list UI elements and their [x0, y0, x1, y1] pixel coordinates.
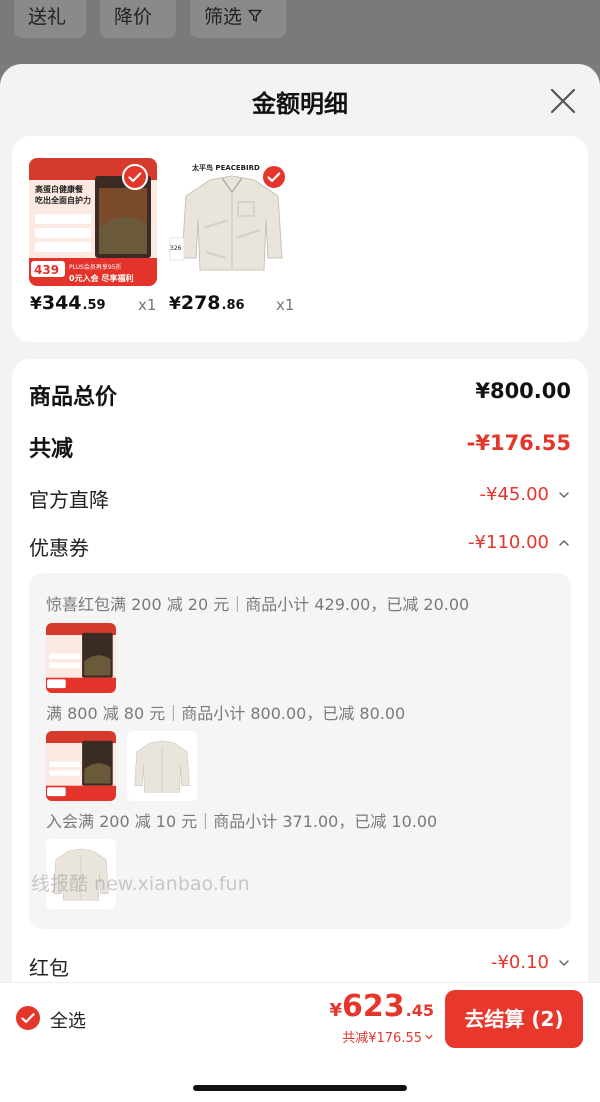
pet-food-promo: PLUS会员再享95折: [69, 263, 122, 271]
chevron-down-icon: [559, 492, 569, 499]
pet-food-banner: 高蛋白健康餐: [35, 184, 84, 194]
pet-food-banner-2: 吃出全面自护力: [35, 195, 91, 205]
check-icon: [267, 172, 281, 182]
chevron-up-icon: [559, 539, 569, 546]
product-1-qty: x1: [138, 296, 157, 314]
total-price-value: ¥800.00: [475, 379, 571, 403]
payable-int: 623: [342, 989, 405, 1024]
coupon-1-product-thumb-pet-food: [46, 623, 116, 693]
payable-dec: .45: [405, 1001, 434, 1020]
total-discount-value: -¥176.55: [466, 431, 571, 455]
total-discount-label: 共减: [29, 437, 74, 462]
coupon-line-2: 满 800 减 80 元｜商品小计 800.00，已减 80.00: [46, 704, 406, 723]
jacket-brand: 太平鸟 PEACEBIRD: [192, 163, 260, 172]
filter-chip-price-drop-label: 降价: [114, 6, 153, 28]
coupon-2-product-thumb-pet-food: [46, 731, 116, 801]
filter-bar: 送礼 降价 筛选: [0, 0, 600, 64]
amount-detail-sheet: 金额明细 439 高蛋白健康餐 吃出全面自护力 PLUS会员再享95折 0元入会: [0, 64, 600, 1102]
product-2-price-currency: ¥: [169, 294, 181, 314]
official-discount-row[interactable]: 官方直降 -¥45.00: [29, 484, 571, 518]
official-discount-amount: -¥45.00: [479, 484, 549, 505]
red-packet-label: 红包: [29, 956, 69, 980]
check-icon: [21, 1013, 35, 1023]
total-discount-row: 共减 -¥176.55: [29, 431, 571, 465]
check-icon: [128, 172, 142, 182]
select-all-label[interactable]: 全选: [50, 1007, 86, 1033]
product-2-price-dec: .86: [221, 298, 245, 313]
red-packet-amount: -¥0.10: [490, 952, 549, 973]
sheet-title: 金额明细: [252, 90, 348, 118]
payable-discount-toggle[interactable]: 共减¥176.55: [342, 1027, 434, 1046]
product-1-checkbox[interactable]: [122, 164, 148, 190]
coupon-value: -¥110.00: [468, 532, 571, 553]
total-price-row: 商品总价 ¥800.00: [29, 379, 571, 413]
coupon-detail-box: 惊喜红包满 200 减 20 元｜商品小计 429.00，已减 20.00 满 …: [29, 573, 571, 929]
checkout-bar: 全选 ¥623.45 共减¥176.55 去结算 (2): [0, 982, 600, 1102]
total-price-label: 商品总价: [29, 385, 118, 410]
pet-food-badge-price: 439: [34, 263, 59, 277]
filter-chip-filter-label: 筛选: [204, 6, 243, 28]
coupon-amount: -¥110.00: [468, 532, 549, 553]
filter-chip-gift[interactable]: 送礼: [14, 0, 86, 38]
product-2-qty: x1: [276, 296, 295, 314]
chevron-down-icon: [559, 960, 569, 967]
funnel-icon: [248, 1, 262, 35]
red-packet-value: -¥0.10: [491, 952, 571, 973]
filter-chip-filter[interactable]: 筛选: [190, 0, 286, 38]
product-1-price-int: 344: [41, 292, 82, 314]
product-2-price: ¥278.86: [169, 292, 245, 314]
product-2-price-int: 278: [180, 292, 221, 314]
product-2-checkbox[interactable]: [261, 164, 287, 190]
filter-chip-price-drop[interactable]: 降价: [100, 0, 176, 38]
coupon-label: 优惠券: [29, 536, 89, 560]
product-1-price-dec: .59: [82, 298, 106, 313]
checkout-button[interactable]: 去结算 (2): [445, 990, 583, 1048]
chevron-down-icon: [424, 1031, 434, 1046]
product-1-price-currency: ¥: [30, 294, 42, 314]
coupon-row[interactable]: 优惠券 -¥110.00: [29, 532, 571, 566]
close-icon: [550, 88, 576, 114]
red-packet-row[interactable]: 红包 -¥0.10: [29, 952, 571, 986]
official-discount-value: -¥45.00: [480, 484, 571, 505]
pet-food-promo-2: 0元入会 尽享福利: [69, 273, 133, 283]
select-all-checkbox[interactable]: [16, 1006, 40, 1030]
payable-discount-text: 共减¥176.55: [342, 1031, 422, 1046]
home-indicator: [193, 1085, 407, 1091]
jacket-tag: 326: [170, 245, 182, 252]
payable-currency: ¥: [329, 1000, 343, 1021]
official-discount-label: 官方直降: [29, 488, 109, 512]
payable-total: ¥623.45: [330, 989, 435, 1024]
close-button[interactable]: [548, 86, 578, 116]
coupon-line-1: 惊喜红包满 200 减 20 元｜商品小计 429.00，已减 20.00: [46, 595, 470, 614]
coupon-line-3: 入会满 200 减 10 元｜商品小计 371.00，已减 10.00: [46, 812, 438, 831]
filter-chip-gift-label: 送礼: [28, 6, 67, 28]
watermark: 线报酷 new.xianbao.fun: [31, 873, 250, 895]
product-card: 439 高蛋白健康餐 吃出全面自护力 PLUS会员再享95折 0元入会 尽享福利…: [12, 136, 588, 342]
coupon-2-product-thumb-jacket: [127, 731, 197, 801]
product-1-price: ¥344.59: [30, 292, 106, 314]
